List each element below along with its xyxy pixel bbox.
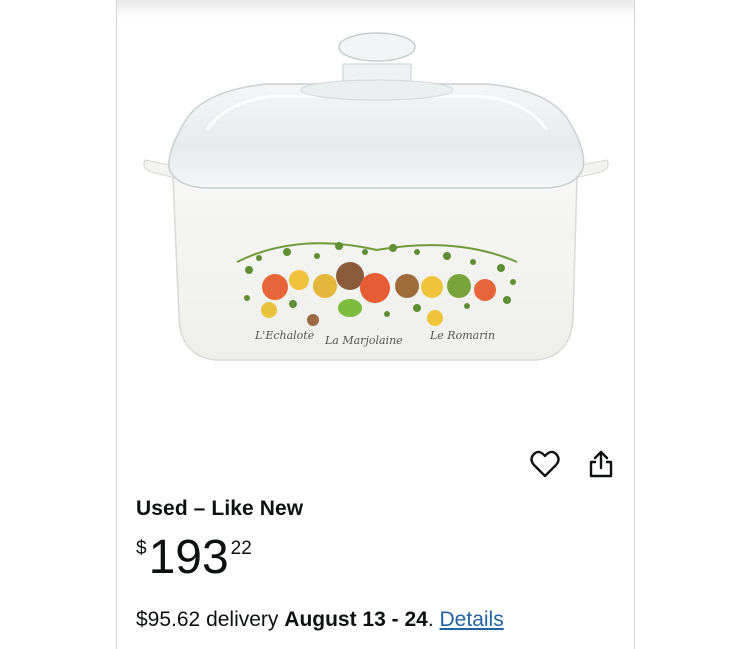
decor-label-2: La Marjolaine xyxy=(324,334,403,347)
delivery-cost: $95.62 delivery xyxy=(136,608,279,631)
delivery-info: $95.62 delivery August 13 - 24. Details xyxy=(136,608,504,632)
decor-label-3: Le Romarin xyxy=(429,329,495,342)
heart-outline-icon[interactable] xyxy=(527,446,563,482)
casserole-illustration: L'Echalote La Marjolaine Le Romarin xyxy=(117,0,634,361)
delivery-period: . xyxy=(427,608,434,631)
delivery-date: August 13 - 24 xyxy=(284,608,428,631)
share-icon[interactable] xyxy=(583,446,619,482)
product-card: L'Echalote La Marjolaine Le Romarin Used… xyxy=(116,0,635,649)
product-image[interactable]: L'Echalote La Marjolaine Le Romarin xyxy=(117,0,634,440)
price-fraction: 22 xyxy=(230,538,252,559)
image-actions xyxy=(527,446,627,484)
decor-label-1: L'Echalote xyxy=(254,329,315,342)
item-condition: Used – Like New xyxy=(136,497,304,520)
price-whole: 193 xyxy=(148,531,229,584)
price: $ 193 22 xyxy=(136,533,252,583)
details-link[interactable]: Details xyxy=(440,608,504,631)
price-symbol: $ xyxy=(136,538,147,559)
